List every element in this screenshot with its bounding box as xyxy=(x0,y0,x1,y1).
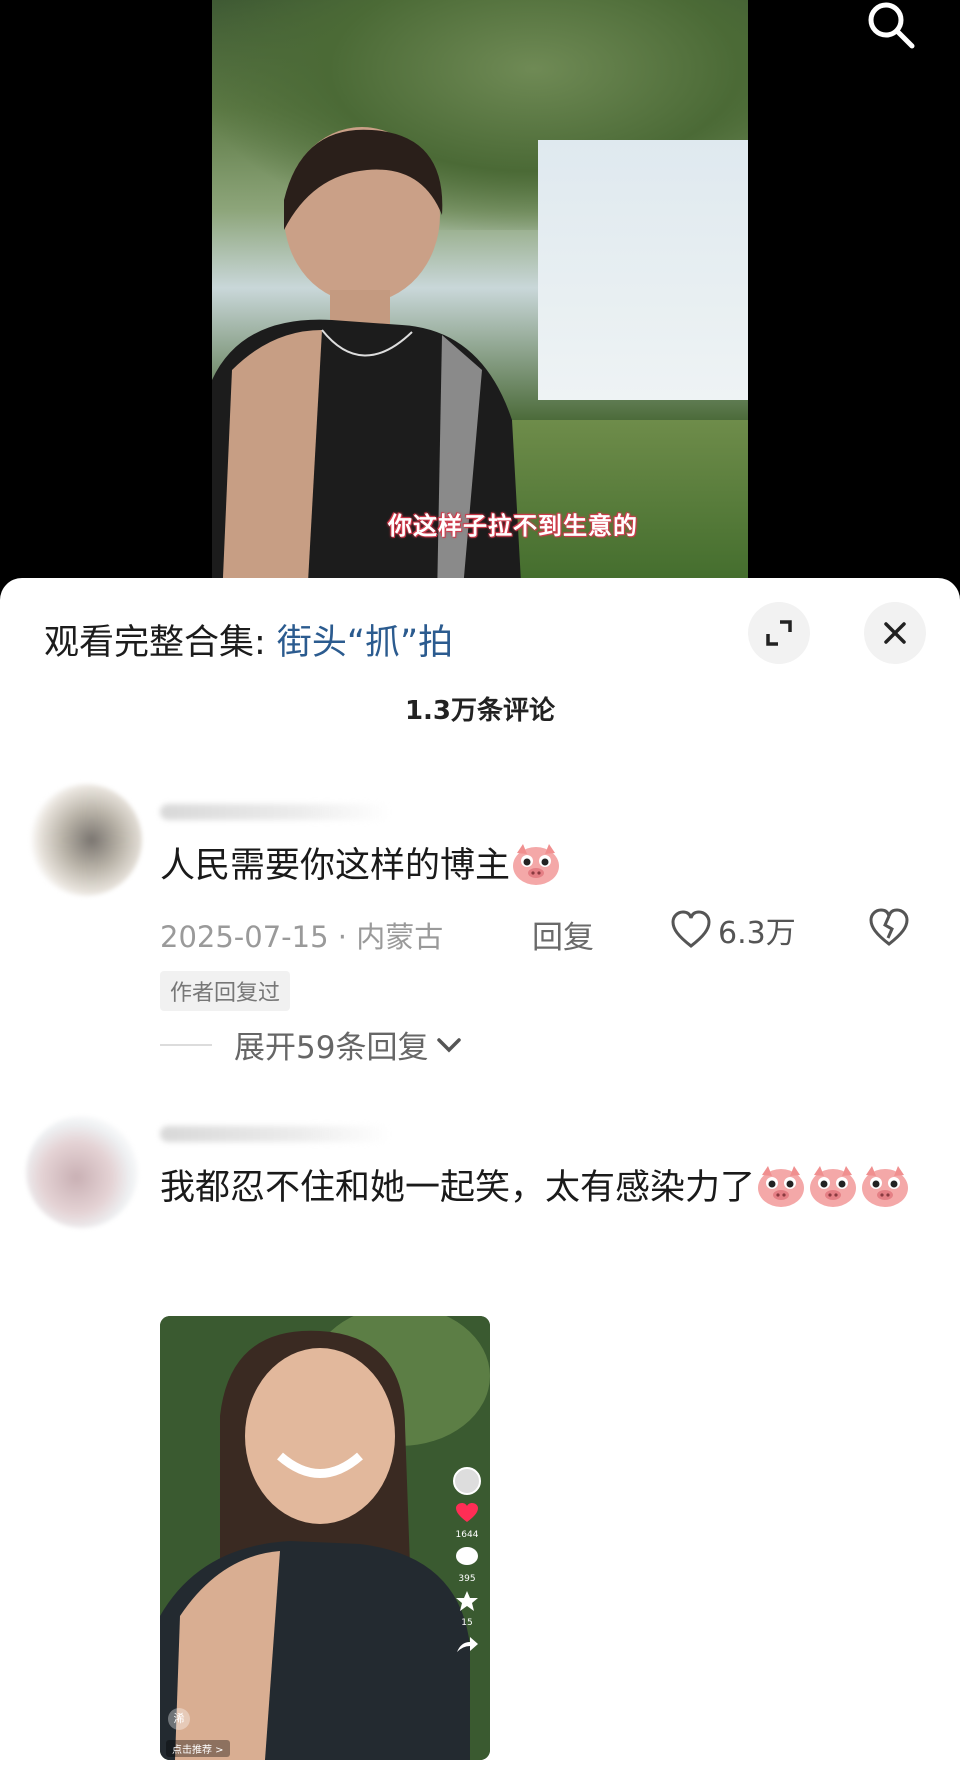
thumb-bottom-label: 点击推荐 > xyxy=(166,1740,230,1757)
close-icon xyxy=(884,622,906,644)
comment-body: 人民需要你这样的博主 xyxy=(160,846,511,886)
thumbnail-action-column: 1644 395 15 xyxy=(450,1466,484,1654)
thumb-favorite-count: 15 xyxy=(461,1618,473,1628)
profile-icon xyxy=(453,1467,481,1495)
comment-date-location: 2025-07-15 · 内蒙古 xyxy=(160,920,444,954)
collection-link[interactable]: 街头“抓”拍 xyxy=(277,623,453,663)
heart-icon xyxy=(671,910,711,948)
divider-line xyxy=(160,1043,212,1046)
star-icon xyxy=(456,1591,478,1611)
comment-image-thumbnail[interactable]: 1644 395 15 浠 点击推荐 > xyxy=(160,1316,490,1760)
thumb-like-count: 1644 xyxy=(455,1530,479,1540)
username-blurred[interactable] xyxy=(160,1126,390,1142)
close-button[interactable] xyxy=(864,602,926,664)
thumb-comment-count: 395 xyxy=(458,1574,476,1584)
expand-replies-button[interactable]: 展开59条回复 xyxy=(160,1022,464,1067)
expand-replies-label: 展开59条回复 xyxy=(234,1030,429,1066)
video-subtitle: 你这样子拉不到生意的 xyxy=(388,512,638,540)
collection-prefix: 观看完整合集: xyxy=(44,623,277,663)
woman-smiling-photo xyxy=(160,1316,490,1760)
comment-bubble-icon xyxy=(456,1547,478,1565)
search-button[interactable] xyxy=(862,0,932,56)
reply-button[interactable]: 回复 xyxy=(532,912,594,957)
collection-line: 观看完整合集: 街头“抓”拍 xyxy=(44,614,453,665)
video-player[interactable]: 你这样子拉不到生意的 xyxy=(0,0,960,600)
pig-emoji-icon xyxy=(862,1166,909,1207)
fullscreen-icon xyxy=(766,620,792,646)
thumb-corner-tag: 浠 xyxy=(168,1708,190,1730)
pig-emoji-icon xyxy=(513,844,560,885)
dislike-button[interactable] xyxy=(868,908,910,952)
search-icon xyxy=(868,2,915,49)
heart-icon xyxy=(456,1503,478,1522)
like-count: 6.3万 xyxy=(718,916,796,951)
expand-button[interactable] xyxy=(748,602,810,664)
comment-text: 人民需要你这样的博主 xyxy=(160,836,562,896)
broken-heart-icon xyxy=(869,908,909,946)
avatar[interactable] xyxy=(26,1116,138,1228)
pig-emoji-icon xyxy=(810,1166,857,1207)
comment-body: 我都忍不住和她一起笑，太有感染力了 xyxy=(160,1168,756,1208)
pig-emoji-icon xyxy=(758,1166,805,1207)
share-icon xyxy=(457,1637,478,1652)
like-button[interactable]: 6.3万 xyxy=(670,908,796,952)
avatar[interactable] xyxy=(30,784,142,896)
comment-text: 我都忍不住和她一起笑，太有感染力了 xyxy=(160,1158,920,1218)
comment-count: 1.3万条评论 xyxy=(404,696,556,726)
sky xyxy=(538,140,748,400)
username-blurred[interactable] xyxy=(160,804,390,820)
author-replied-badge: 作者回复过 xyxy=(160,971,291,1011)
chevron-down-icon xyxy=(437,1037,462,1052)
